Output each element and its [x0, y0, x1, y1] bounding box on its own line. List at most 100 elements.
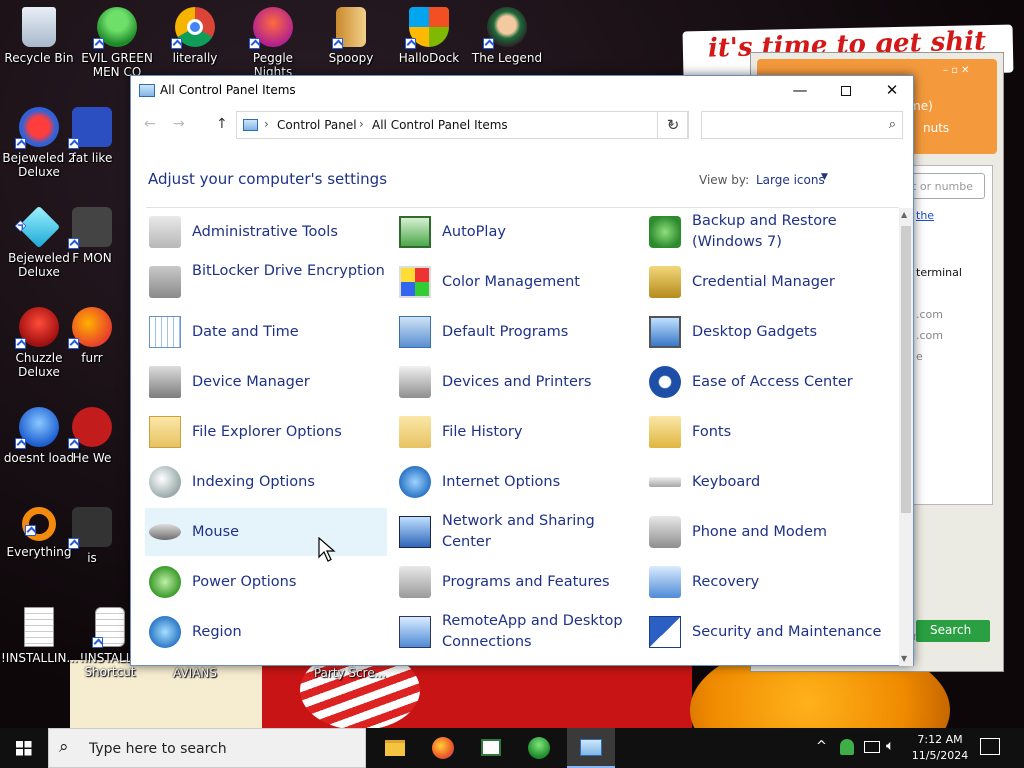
desktop-icon-he-we[interactable]: He We — [64, 403, 120, 465]
control-panel-item[interactable]: Programs and Features — [395, 558, 637, 606]
file-history-icon — [399, 416, 431, 448]
up-button[interactable]: ↑ — [216, 116, 228, 132]
taskbar-green-men[interactable] — [515, 728, 563, 768]
maximize-icon — [841, 85, 851, 96]
clock[interactable]: 7:12 AM 11/5/2024 — [908, 732, 972, 764]
control-panel-item[interactable]: File History — [395, 408, 637, 456]
volume-icon[interactable]: 🔈︎ — [886, 738, 894, 754]
desktop-icon-literally[interactable]: literally — [157, 3, 233, 65]
control-panel-item[interactable]: Internet Options — [395, 458, 637, 506]
desktop-icon-avians[interactable]: AVIANS — [160, 666, 230, 680]
control-panel-item[interactable]: Security and Maintenance — [645, 608, 887, 656]
taskbar-search-box[interactable]: ⌕ Type here to search — [48, 728, 366, 768]
desktop-icon-f-mon[interactable]: F MON — [64, 203, 120, 265]
forward-button[interactable]: → — [173, 116, 185, 132]
desktop-icon-fat-like[interactable]: fat like — [64, 103, 120, 165]
network-sharing-icon — [399, 516, 431, 548]
control-panel-item-label: Programs and Features — [442, 574, 610, 590]
title-bar[interactable]: All Control Panel Items — ✕ — [131, 76, 913, 106]
control-panel-item[interactable]: AutoPlay — [395, 208, 637, 256]
app-icon — [68, 207, 112, 249]
desktop-icon-furr[interactable]: furr — [64, 303, 120, 365]
control-panel-item-label: Device Manager — [192, 374, 310, 390]
control-panel-item[interactable]: BitLocker Drive Encryption — [145, 258, 387, 306]
desktop-icon-the-legend[interactable]: The Legend — [469, 3, 545, 65]
control-panel-item[interactable]: Credential Manager — [645, 258, 887, 306]
control-panel-item[interactable]: Administrative Tools — [145, 208, 387, 256]
green-men-icon — [528, 737, 550, 759]
control-panel-item[interactable]: Indexing Options — [145, 458, 387, 506]
control-panel-item[interactable]: Backup and Restore (Windows 7) — [645, 208, 887, 256]
folder-book-icon — [332, 7, 366, 49]
control-panel-item[interactable]: Network and Sharing Center — [395, 508, 637, 556]
control-panel-item[interactable]: Keyboard — [645, 458, 887, 506]
control-panel-item[interactable]: Power Options — [145, 558, 387, 606]
control-panel-item[interactable]: Devices and Printers — [395, 358, 637, 406]
maximize-button[interactable] — [823, 76, 869, 106]
address-bar[interactable]: › Control Panel › All Control Panel Item… — [236, 111, 688, 139]
control-panel-item-label: Color Management — [442, 274, 580, 290]
close-button[interactable]: ✕ — [869, 76, 915, 106]
taskbar-control-panel[interactable] — [567, 728, 615, 768]
breadcrumb-control-panel[interactable]: Control Panel — [277, 118, 357, 132]
default-programs-icon — [399, 316, 431, 348]
background-app-controls[interactable]: – ▫ ✕ — [943, 65, 970, 76]
taskbar-firefox[interactable] — [419, 728, 467, 768]
tray-person-icon[interactable] — [840, 739, 854, 755]
background-app-link[interactable]: the — [916, 209, 934, 222]
search-input[interactable]: ⌕ — [701, 111, 903, 139]
start-button[interactable] — [0, 728, 48, 768]
control-panel-item[interactable]: Fonts — [645, 408, 887, 456]
tray-overflow-icon[interactable]: ^ — [816, 739, 827, 754]
ease-of-access-icon — [649, 366, 681, 398]
remoteapp-icon — [399, 616, 431, 648]
back-button[interactable]: ← — [144, 116, 156, 132]
control-panel-item[interactable]: RemoteApp and Desktop Connections — [395, 608, 637, 656]
search-icon: ⌕ — [59, 737, 69, 757]
control-panel-item[interactable]: Device Manager — [145, 358, 387, 406]
control-panel-item-label: Keyboard — [692, 474, 761, 490]
refresh-button[interactable]: ↻ — [657, 111, 689, 139]
desktop-icon-party-scream[interactable]: Party Scre... — [310, 666, 390, 680]
control-panel-item[interactable]: Date and Time — [145, 308, 387, 356]
desktop-icon-peggle-nights[interactable]: Peggle Nights — [235, 3, 311, 79]
background-app-panel: the terminal .com .com e — [901, 165, 993, 505]
scroll-down-icon[interactable]: ▼ — [901, 654, 907, 663]
scrollbar-thumb[interactable] — [901, 226, 911, 513]
control-panel-item[interactable]: Color Management — [395, 258, 637, 306]
app-icon — [68, 507, 112, 549]
windows-shield-icon — [405, 7, 449, 49]
control-panel-item[interactable]: File Explorer Options — [145, 408, 387, 456]
control-panel-item[interactable]: Recovery — [645, 558, 887, 606]
notification-center-icon[interactable] — [980, 738, 1000, 755]
control-panel-item[interactable]: Region — [145, 608, 387, 656]
control-panel-items: Administrative Tools AutoPlay Backup and R… — [131, 208, 899, 666]
view-by-dropdown[interactable]: Large icons — [756, 173, 825, 187]
security-maintenance-icon — [649, 616, 681, 648]
recycle-bin-icon — [22, 7, 56, 47]
text-file-icon — [24, 607, 54, 647]
control-panel-item[interactable]: Default Programs — [395, 308, 637, 356]
minimize-button[interactable]: — — [777, 76, 823, 106]
control-panel-item[interactable]: Mouse — [145, 508, 387, 556]
desktop-icon-spoopy[interactable]: Spoopy — [313, 3, 389, 65]
taskbar-control-panel-window[interactable] — [467, 728, 515, 768]
background-app-search-button[interactable]: Search — [916, 620, 990, 642]
breadcrumb-all-items[interactable]: All Control Panel Items — [372, 118, 508, 132]
internet-options-icon — [399, 466, 431, 498]
control-panel-item[interactable]: Desktop Gadgets — [645, 308, 887, 356]
desktop-icon-evil-green-men[interactable]: EVIL GREEN MEN CO — [79, 3, 155, 79]
control-panel-icon — [243, 119, 258, 131]
desktop-icon-installing[interactable]: !INSTALLIN... — [1, 603, 78, 665]
control-panel-item[interactable]: Ease of Access Center — [645, 358, 887, 406]
taskbar: ⌕ Type here to search ^ 🔈︎ 7:12 AM 11/5/… — [0, 728, 1024, 768]
taskbar-file-explorer[interactable] — [371, 728, 419, 768]
desktop-icon-hallodock[interactable]: HalloDock — [391, 3, 467, 65]
vertical-scrollbar[interactable]: ▲ ▼ — [899, 208, 913, 666]
desktop-icon-is[interactable]: is — [64, 503, 120, 565]
chevron-down-icon[interactable]: ▼ — [821, 172, 828, 182]
desktop-icon-recycle-bin[interactable]: Recycle Bin — [1, 3, 77, 65]
control-panel-item[interactable]: Phone and Modem — [645, 508, 887, 556]
network-icon[interactable] — [864, 741, 880, 753]
scroll-up-icon[interactable]: ▲ — [901, 210, 907, 219]
